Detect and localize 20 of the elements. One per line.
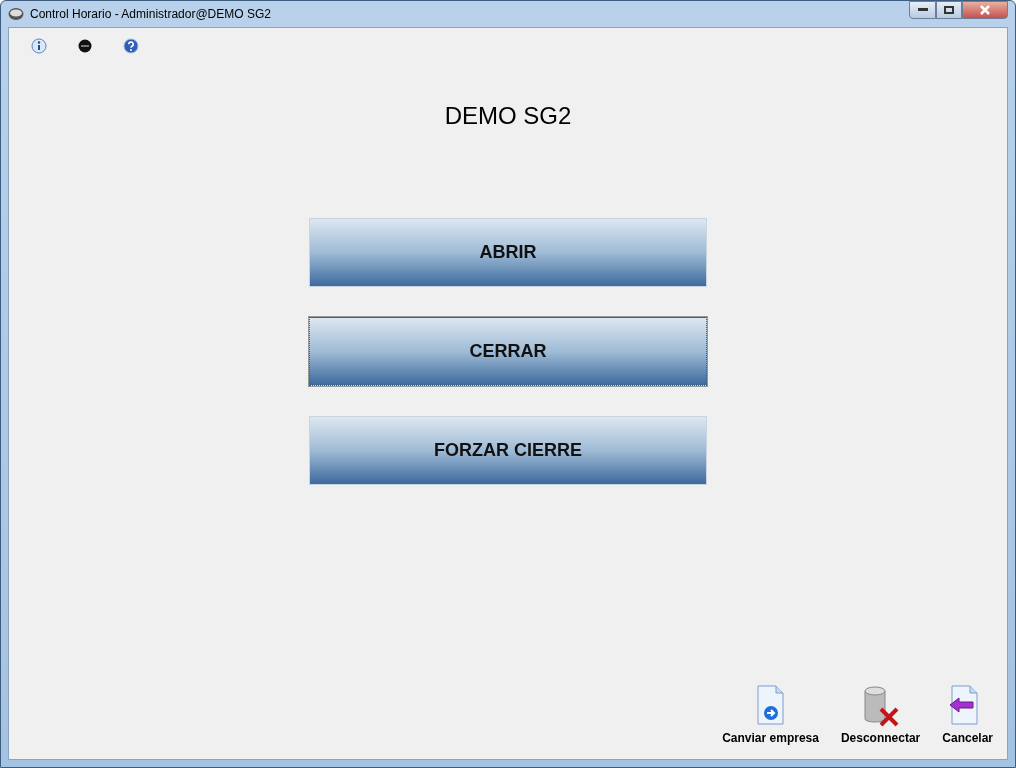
close-icon <box>980 5 990 15</box>
minimize-icon <box>917 8 928 12</box>
stop-icon <box>77 38 93 54</box>
action-button[interactable]: ABRIR <box>309 218 707 287</box>
help-icon <box>123 38 139 54</box>
window-title: Control Horario - Administrador@DEMO SG2 <box>30 7 271 21</box>
footer-button[interactable]: Cancelar <box>942 685 993 745</box>
footer-button[interactable]: Canviar empresa <box>722 685 819 745</box>
toolbar-button[interactable] <box>77 38 93 54</box>
footer-button[interactable]: Desconnectar <box>840 685 921 745</box>
close-button[interactable] <box>962 1 1008 19</box>
action-button[interactable]: CERRAR <box>309 317 707 386</box>
maximize-button[interactable] <box>936 1 962 19</box>
info-icon <box>31 38 47 54</box>
app-logo-icon <box>8 7 24 21</box>
company-heading: DEMO SG2 <box>444 102 572 130</box>
maximize-icon <box>944 6 954 14</box>
toolbar-button[interactable] <box>31 38 47 54</box>
minimize-button[interactable] <box>909 1 936 19</box>
action-button[interactable]: FORZAR CIERRE <box>309 416 707 485</box>
